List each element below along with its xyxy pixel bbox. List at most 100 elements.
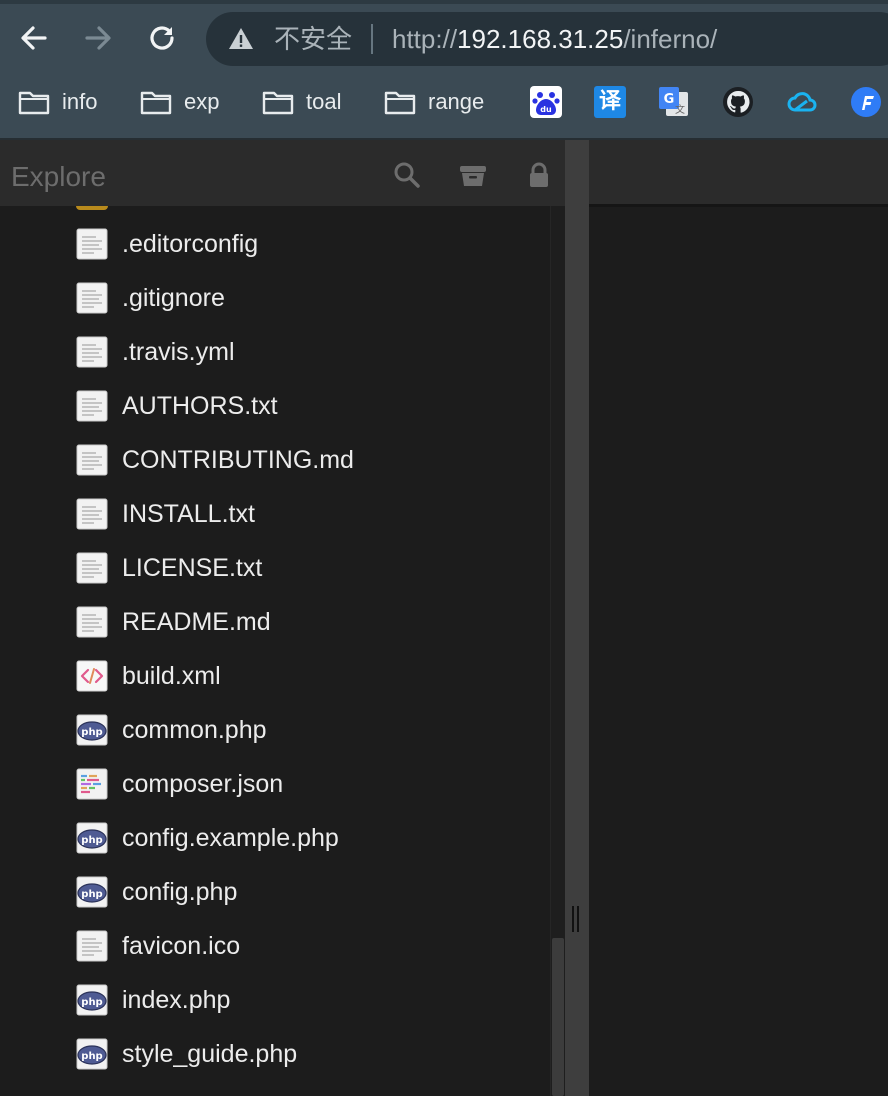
file-item[interactable]: php index.php [76,980,230,1020]
svg-text:du: du [540,105,552,114]
text-file-icon [76,606,108,638]
php-file-icon: php [76,714,108,746]
url-path: /inferno/ [623,24,718,54]
address-divider [371,24,373,54]
archive-icon[interactable] [458,160,488,190]
svg-text:php: php [81,997,102,1008]
url-host: 192.168.31.25 [457,24,624,54]
file-item[interactable]: CONTRIBUTING.md [76,440,354,480]
svg-text:php: php [81,889,102,900]
php-file-icon: php [76,822,108,854]
file-name: .editorconfig [122,229,259,258]
file-name: README.md [122,607,271,636]
svg-text:G: G [664,92,675,107]
reload-icon [150,26,174,50]
php-file-icon: php [76,984,108,1016]
file-item[interactable]: AUTHORS.txt [76,386,278,426]
arrow-left-icon [21,26,47,50]
php-file-icon: php [76,876,108,908]
svg-text:php: php [81,835,102,846]
file-list: .editorconfig .gitignore .travis.yml AUTHOR… [0,206,550,1096]
file-item[interactable]: README.md [76,602,271,642]
pane-splitter[interactable] [565,140,589,1096]
file-item[interactable]: php common.php [76,710,267,750]
bookmark-folder-exp[interactable]: exp [140,84,219,120]
file-name: AUTHORS.txt [122,391,278,420]
url-scheme: http:// [392,24,458,54]
file-name: index.php [122,985,231,1014]
lock-icon[interactable] [524,160,554,190]
file-name: INSTALL.txt [122,499,255,528]
folder-icon [18,91,50,115]
editor-area [589,207,888,1096]
search-icon[interactable] [392,160,422,190]
folder-icon [262,91,294,115]
file-item[interactable]: php config.php [76,872,237,912]
file-name: favicon.ico [122,931,241,960]
bookmark-label: range [428,89,485,114]
url-text[interactable]: http://192.168.31.25/inferno/ [392,20,717,58]
folder-icon [384,91,416,115]
file-item[interactable]: php config.example.php [76,818,339,858]
file-item[interactable]: php style_guide.php [76,1034,297,1074]
text-file-icon [76,282,108,314]
bookmark-label: info [62,89,98,114]
flash-icon[interactable] [850,86,882,118]
explorer-title: Explore [11,161,106,192]
svg-text:php: php [81,1051,102,1062]
file-item[interactable]: LICENSE.txt [76,548,262,588]
file-item[interactable]: INSTALL.txt [76,494,255,534]
github-icon[interactable] [722,86,754,118]
explorer-header: Explore [0,140,565,206]
forward-button[interactable] [80,20,116,56]
cloud-icon[interactable] [786,86,818,118]
text-file-icon [76,552,108,584]
back-button[interactable] [16,20,52,56]
json-file-icon [76,768,108,800]
folder-icon [140,91,172,115]
browser-toolbar: 不安全 http://192.168.31.25/inferno/ info e… [0,0,888,138]
file-name: build.xml [122,661,221,690]
php-file-icon: php [76,1038,108,1070]
bookmark-folder-range[interactable]: range [384,84,484,120]
translate-icon[interactable]: 译 [594,86,626,118]
text-file-icon [76,390,108,422]
file-name: .travis.yml [122,337,235,366]
warning-icon[interactable] [228,26,254,52]
bookmark-label: toal [306,89,342,114]
file-name: style_guide.php [122,1039,298,1068]
text-file-icon [76,336,108,368]
arrow-right-icon [85,26,111,50]
security-status[interactable]: 不安全 [274,20,352,58]
text-file-icon [76,498,108,530]
file-item[interactable]: .editorconfig [76,224,258,264]
bookmark-folder-toal[interactable]: toal [262,84,341,120]
file-name: config.example.php [122,823,339,852]
bookmark-folder-info[interactable]: info [18,84,97,120]
svg-text:php: php [81,727,102,738]
file-item[interactable]: composer.json [76,764,283,804]
text-file-icon [76,228,108,260]
file-name: LICENSE.txt [122,553,263,582]
reload-button[interactable] [144,20,180,56]
bookmark-label: exp [184,89,220,114]
file-name: composer.json [122,769,284,798]
file-explorer: Explore .editorconfig .gitignore .travis.y… [0,140,566,1096]
svg-text:文: 文 [675,103,685,116]
file-name: CONTRIBUTING.md [122,445,354,474]
text-file-icon [76,930,108,962]
file-name: common.php [122,715,267,744]
drag-handle[interactable] [572,906,582,934]
file-item[interactable]: .travis.yml [76,332,235,372]
editor-header [589,140,888,204]
text-file-icon [76,444,108,476]
file-item[interactable]: build.xml [76,656,221,696]
google-translate-icon[interactable]: G 文 [658,86,690,118]
file-item[interactable]: .gitignore [76,278,225,318]
file-name: config.php [122,877,238,906]
baidu-icon[interactable]: du [530,86,562,118]
scrollbar-thumb[interactable] [552,938,564,1096]
file-item[interactable]: favicon.ico [76,926,240,966]
file-name: .gitignore [122,283,225,312]
xml-file-icon [76,660,108,692]
